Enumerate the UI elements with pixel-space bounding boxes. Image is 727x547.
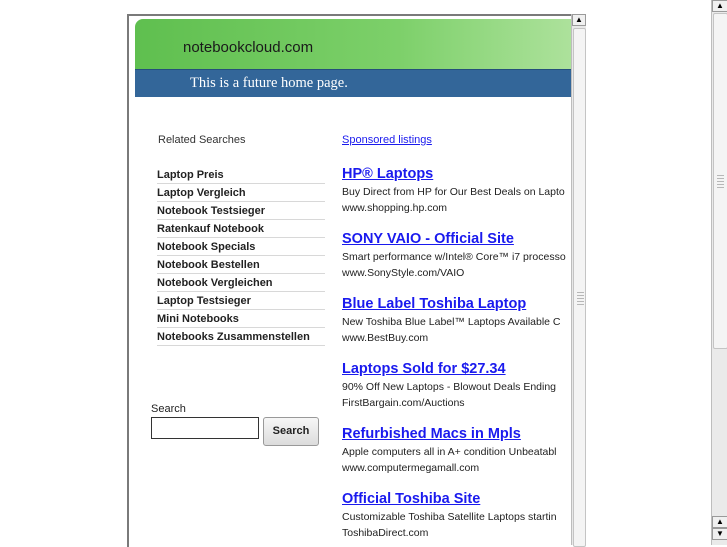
tagline: This is a future home page.: [190, 75, 348, 91]
ad-url[interactable]: www.SonyStyle.com/VAIO: [342, 265, 573, 281]
related-search-link[interactable]: Laptop Preis: [157, 167, 325, 184]
ad-item: SONY VAIO - Official Site Smart performa…: [342, 229, 573, 294]
window-scroll-down-icon[interactable]: ▼: [712, 528, 727, 540]
page-frame: notebookcloud.com This is a future home …: [127, 14, 573, 547]
ad-item: HP® Laptops Buy Direct from HP for Our B…: [342, 164, 573, 229]
tagline-bar: This is a future home page.: [135, 69, 573, 97]
ad-description: Apple computers all in A+ condition Unbe…: [342, 446, 557, 458]
domain-title: notebookcloud.com: [183, 39, 314, 56]
ad-description: Customizable Toshiba Satellite Laptops s…: [342, 511, 557, 523]
related-search-link[interactable]: Notebook Bestellen: [157, 257, 325, 274]
search-input[interactable]: [151, 417, 259, 439]
window-scroll-up-icon[interactable]: ▲: [712, 0, 727, 12]
sponsored-ads: HP® Laptops Buy Direct from HP for Our B…: [342, 164, 573, 547]
ad-item: Refurbished Macs in Mpls Apple computers…: [342, 424, 573, 489]
related-search-link[interactable]: Notebook Testsieger: [157, 203, 325, 220]
ad-description: Smart performance w/Intel® Core™ i7 proc…: [342, 251, 566, 263]
window-scrollbar[interactable]: ▲ ▲ ▼: [711, 0, 727, 545]
ad-title-link[interactable]: Laptops Sold for $27.34: [342, 359, 573, 379]
grip-icon: [717, 174, 724, 188]
related-searches-title: Related Searches: [158, 134, 246, 146]
related-searches-list: Laptop Preis Laptop Vergleich Notebook T…: [157, 167, 325, 347]
related-search-link[interactable]: Notebook Specials: [157, 239, 325, 256]
related-search-link[interactable]: Notebooks Zusammenstellen: [157, 329, 325, 346]
ad-title-link[interactable]: Refurbished Macs in Mpls: [342, 424, 573, 444]
ad-title-link[interactable]: SONY VAIO - Official Site: [342, 229, 573, 249]
ad-url[interactable]: ToshibaDirect.com: [342, 525, 573, 541]
ad-title-link[interactable]: Blue Label Toshiba Laptop: [342, 294, 573, 314]
related-search-link[interactable]: Laptop Vergleich: [157, 185, 325, 202]
search-button[interactable]: Search: [263, 417, 319, 446]
ad-url[interactable]: FirstBargain.com/Auctions: [342, 395, 573, 411]
frame-scrollbar-thumb[interactable]: [573, 28, 586, 547]
ad-description: Buy Direct from HP for Our Best Deals on…: [342, 186, 565, 198]
ad-description: New Toshiba Blue Label™ Laptops Availabl…: [342, 316, 561, 328]
ad-item: Laptops Sold for $27.34 90% Off New Lapt…: [342, 359, 573, 424]
related-search-link[interactable]: Laptop Testsieger: [157, 293, 325, 310]
ad-url[interactable]: www.BestBuy.com: [342, 330, 573, 346]
ad-url[interactable]: www.computermegamall.com: [342, 460, 573, 476]
site-header: notebookcloud.com: [135, 19, 573, 69]
ad-title-link[interactable]: HP® Laptops: [342, 164, 573, 184]
ad-item: Official Toshiba Site Customizable Toshi…: [342, 489, 573, 547]
ad-description: 90% Off New Laptops - Blowout Deals Endi…: [342, 381, 557, 393]
related-search-link[interactable]: Mini Notebooks: [157, 311, 325, 328]
scroll-up-icon[interactable]: ▲: [572, 14, 586, 26]
related-search-link[interactable]: Ratenkauf Notebook: [157, 221, 325, 238]
window-scroll-up-icon[interactable]: ▲: [712, 516, 727, 528]
frame-scrollbar[interactable]: ▲: [571, 14, 586, 547]
search-label: Search: [151, 403, 186, 415]
related-search-link[interactable]: Notebook Vergleichen: [157, 275, 325, 292]
ad-title-link[interactable]: Official Toshiba Site: [342, 489, 573, 509]
sponsored-listings-link[interactable]: Sponsored listings: [342, 134, 432, 146]
window-scrollbar-thumb[interactable]: [713, 13, 727, 349]
grip-icon: [577, 291, 584, 305]
ad-item: Blue Label Toshiba Laptop New Toshiba Bl…: [342, 294, 573, 359]
ad-url[interactable]: www.shopping.hp.com: [342, 200, 573, 216]
